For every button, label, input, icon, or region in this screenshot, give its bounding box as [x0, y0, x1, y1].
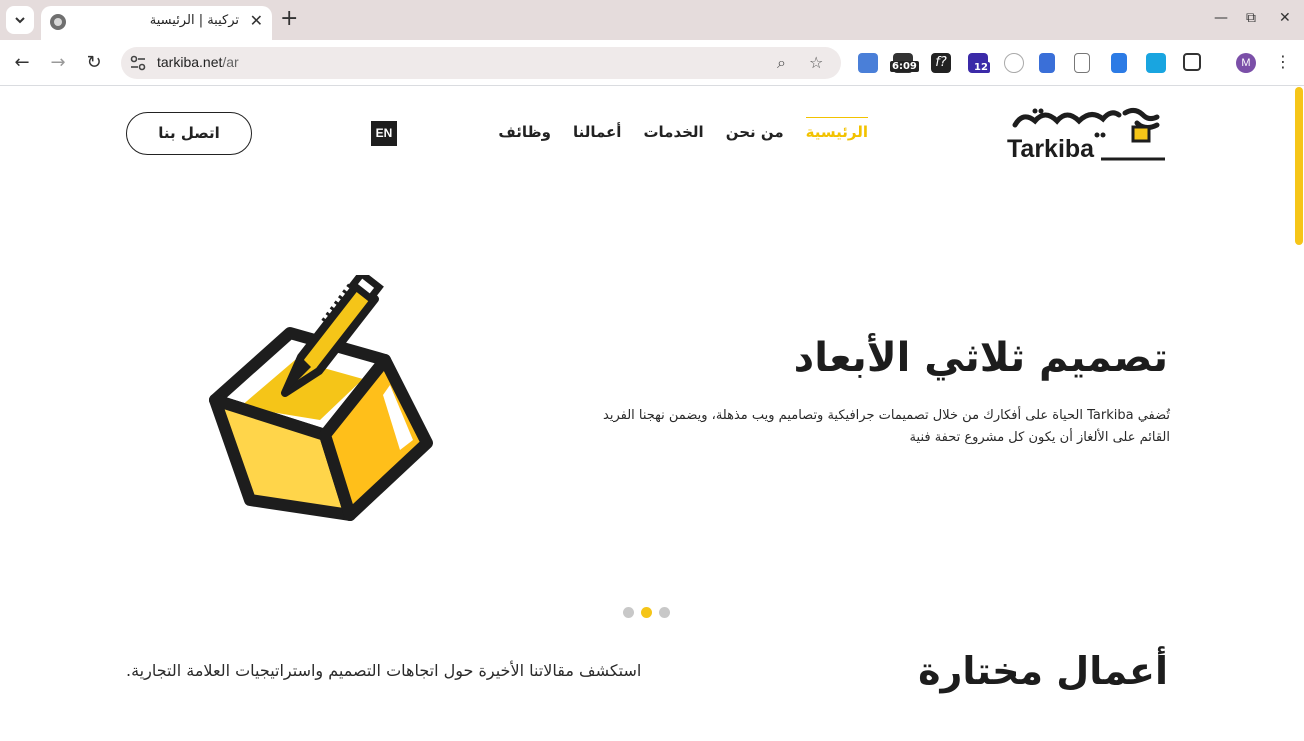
slider-dot-2[interactable] — [641, 607, 652, 618]
tarkiba-logo[interactable]: Tarkiba — [1005, 105, 1167, 163]
chevron-down-icon — [15, 17, 25, 24]
language-switch-button[interactable]: EN — [371, 121, 397, 146]
web-page: Tarkiba الرئيسية من نحن الخدمات أعمالنا … — [0, 87, 1304, 741]
profile-avatar[interactable]: M — [1236, 53, 1256, 73]
featured-works-subtitle: استكشف مقالاتنا الأخيرة حول اتجاهات التص… — [126, 661, 642, 680]
nav-item-about[interactable]: من نحن — [726, 123, 784, 141]
main-nav: الرئيسية من نحن الخدمات أعمالنا وظائف — [498, 117, 869, 141]
site-settings-icon[interactable] — [129, 54, 147, 72]
nav-item-services[interactable]: الخدمات — [643, 123, 703, 141]
site-header: Tarkiba الرئيسية من نحن الخدمات أعمالنا … — [0, 87, 1294, 182]
address-bar[interactable]: tarkiba.net/ar ⌕ ☆ — [121, 47, 841, 79]
font-extension-icon[interactable]: f? — [931, 53, 951, 73]
timer-extension-icon[interactable]: 6:09 — [890, 53, 919, 73]
tab-title: تركيبة | الرئيسية — [149, 13, 239, 28]
school-badge: 12 — [972, 62, 990, 73]
bookmark-star-icon[interactable]: ☆ — [809, 53, 823, 72]
scrollbar-thumb[interactable] — [1295, 87, 1303, 245]
nav-item-jobs[interactable]: وظائف — [498, 123, 551, 141]
close-tab-icon[interactable]: ✕ — [250, 12, 263, 30]
compass-extension-icon[interactable] — [1004, 53, 1024, 73]
docs-extension-icon[interactable] — [1111, 53, 1127, 73]
slider-dot-3[interactable] — [659, 607, 670, 618]
reader-extension-icon[interactable] — [1039, 53, 1055, 73]
forward-icon[interactable]: → — [46, 51, 70, 75]
logo-text: Tarkiba — [1007, 135, 1095, 163]
featured-works-title: أعمال مختارة — [918, 649, 1168, 693]
window-close-icon[interactable]: ✕ — [1279, 10, 1291, 26]
extensions-puzzle-icon[interactable] — [1183, 53, 1201, 71]
translate-extension-icon[interactable] — [858, 53, 878, 73]
active-tab[interactable]: تركيبة | الرئيسية ✕ — [41, 6, 272, 40]
reload-icon[interactable]: ↻ — [82, 51, 106, 75]
fontface-extension-icon[interactable] — [1146, 53, 1166, 73]
new-tab-button[interactable]: + — [280, 8, 298, 30]
hero-description: تُضفي Tarkiba الحياة على أفكارك من خلال … — [603, 408, 1170, 445]
minimize-icon[interactable]: — — [1214, 10, 1228, 26]
hero-title: تصميم ثلاثي الأبعاد — [793, 335, 1168, 381]
url-text: tarkiba.net/ar — [157, 54, 239, 70]
tab-strip: تركيبة | الرئيسية ✕ + — ⧉ ✕ — [0, 0, 1304, 40]
globe-icon — [50, 14, 66, 30]
browser-toolbar: ← → ↻ tarkiba.net/ar ⌕ ☆ 6:09 f? 12 — [0, 40, 1304, 86]
notes-extension-icon[interactable] — [1074, 53, 1090, 73]
zoom-icon[interactable]: ⌕ — [777, 53, 786, 73]
back-icon[interactable]: ← — [10, 51, 34, 75]
contact-button[interactable]: اتصل بنا — [126, 112, 252, 155]
page-scrollbar[interactable] — [1294, 87, 1304, 741]
cube-pencil-illustration — [209, 275, 433, 521]
slider-dot-1[interactable] — [623, 607, 634, 618]
tab-search-button[interactable] — [6, 6, 34, 34]
nav-item-works[interactable]: أعمالنا — [573, 123, 621, 141]
restore-icon[interactable]: ⧉ — [1246, 10, 1256, 26]
more-menu-icon[interactable]: ⋮ — [1275, 52, 1291, 71]
timer-badge: 6:09 — [890, 61, 919, 72]
slider-dots — [623, 607, 670, 618]
nav-item-home[interactable]: الرئيسية — [805, 117, 869, 141]
school-extension-icon[interactable]: 12 — [968, 53, 990, 73]
